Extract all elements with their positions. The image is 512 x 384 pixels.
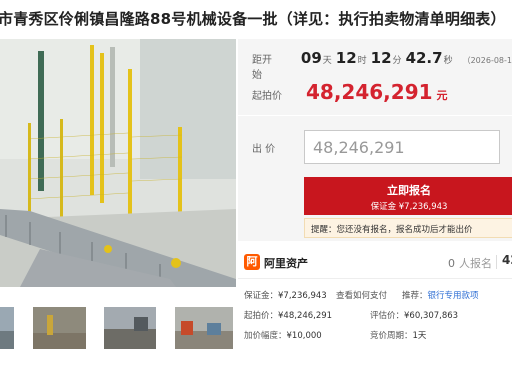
side-count: 42 <box>502 253 512 267</box>
appraisal-value: ¥60,307,863 <box>404 311 459 321</box>
register-button[interactable]: 立即报名 保证金 ¥7,236,943 <box>304 177 512 215</box>
period-label: 竞价周期： <box>370 331 413 341</box>
countdown-minutes: 12 <box>370 49 392 67</box>
increment-value: ¥10,000 <box>286 331 322 341</box>
bid-label: 出 价 <box>252 144 276 155</box>
thumbnail-2[interactable] <box>33 307 86 349</box>
main-product-image[interactable] <box>0 39 236 287</box>
registrants-count: 0 人报名 <box>448 255 492 271</box>
thumbnail-1[interactable] <box>0 307 14 349</box>
seconds-unit: 秒 <box>443 56 453 66</box>
increment-label: 加价幅度： <box>244 331 287 341</box>
registrants-number: 0 <box>448 257 455 270</box>
countdown-label: 距开始 <box>252 55 272 81</box>
start-price-info-label: 起拍价： <box>244 311 279 321</box>
deposit-label: 保证金： <box>244 291 279 301</box>
divider <box>496 255 497 269</box>
bank-funds-link[interactable]: 银行专用款项 <box>428 291 479 301</box>
increment-row: 加价幅度：¥10,000 <box>244 329 322 341</box>
recommend-label: 推荐： <box>402 291 428 301</box>
bid-panel: 出 价 48,246,291 立即报名 保证金 ¥7,236,943 提醒：您还… <box>238 115 512 241</box>
period-row: 竞价周期：1天 <box>370 329 426 341</box>
auction-summary: 距开始 09 天 12 时 12 分 42.7 秒 （2026-08-1 起拍价… <box>238 39 512 115</box>
minutes-unit: 分 <box>392 56 402 66</box>
thumbnail-3[interactable] <box>104 307 156 349</box>
how-to-pay-link[interactable]: 查看如何支付 <box>336 289 387 301</box>
deposit-value: ¥7,236,943 <box>278 291 327 301</box>
period-value: 1天 <box>412 331 427 341</box>
appraisal-label: 评估价： <box>370 311 405 321</box>
start-date: （2026-08-1 <box>462 56 512 65</box>
start-price-unit: 元 <box>436 89 448 102</box>
brand-bar: 阿 阿里资产 0 人报名 42 <box>238 245 512 279</box>
bid-input[interactable]: 48,246,291 <box>304 130 500 164</box>
countdown-seconds: 42.7 <box>405 49 443 67</box>
countdown-hours: 12 <box>335 49 357 67</box>
deposit-row: 保证金：¥7,236,943 <box>244 289 327 301</box>
appraisal-row: 评估价：¥60,307,863 <box>370 309 458 321</box>
days-unit: 天 <box>322 56 332 66</box>
title-bar: 市青秀区伶俐镇昌隆路88号机械设备一批（详见：执行拍卖物清单明细表） <box>0 0 512 36</box>
recommend-row: 推荐：银行专用款项 <box>402 289 479 301</box>
brand-name[interactable]: 阿里资产 <box>264 255 308 271</box>
thumbnail-strip <box>0 307 236 349</box>
countdown-days: 09 <box>300 49 322 67</box>
start-price-info-value: ¥48,246,291 <box>278 311 333 321</box>
ali-assets-logo-icon: 阿 <box>244 254 260 270</box>
countdown: 距开始 09 天 12 时 12 分 42.7 秒 （2026-08-1 <box>252 49 512 81</box>
thumbnail-4[interactable] <box>175 307 233 349</box>
start-price-value: 48,246,291 <box>306 80 433 104</box>
factory-photo <box>0 39 236 287</box>
register-label: 立即报名 <box>387 184 431 197</box>
registration-reminder: 提醒：您还没有报名，报名成功后才能出价 <box>304 218 512 238</box>
page-title: 市青秀区伶俐镇昌隆路88号机械设备一批（详见：执行拍卖物清单明细表） <box>0 9 506 28</box>
registrants-label: 人报名 <box>459 257 492 270</box>
start-price-row: 起拍价 48,246,291 元 <box>252 80 448 104</box>
start-price-info-row: 起拍价：¥48,246,291 <box>244 309 332 321</box>
start-price-label: 起拍价 <box>252 91 282 102</box>
register-deposit: 保证金 ¥7,236,943 <box>370 202 448 212</box>
hours-unit: 时 <box>357 56 367 66</box>
